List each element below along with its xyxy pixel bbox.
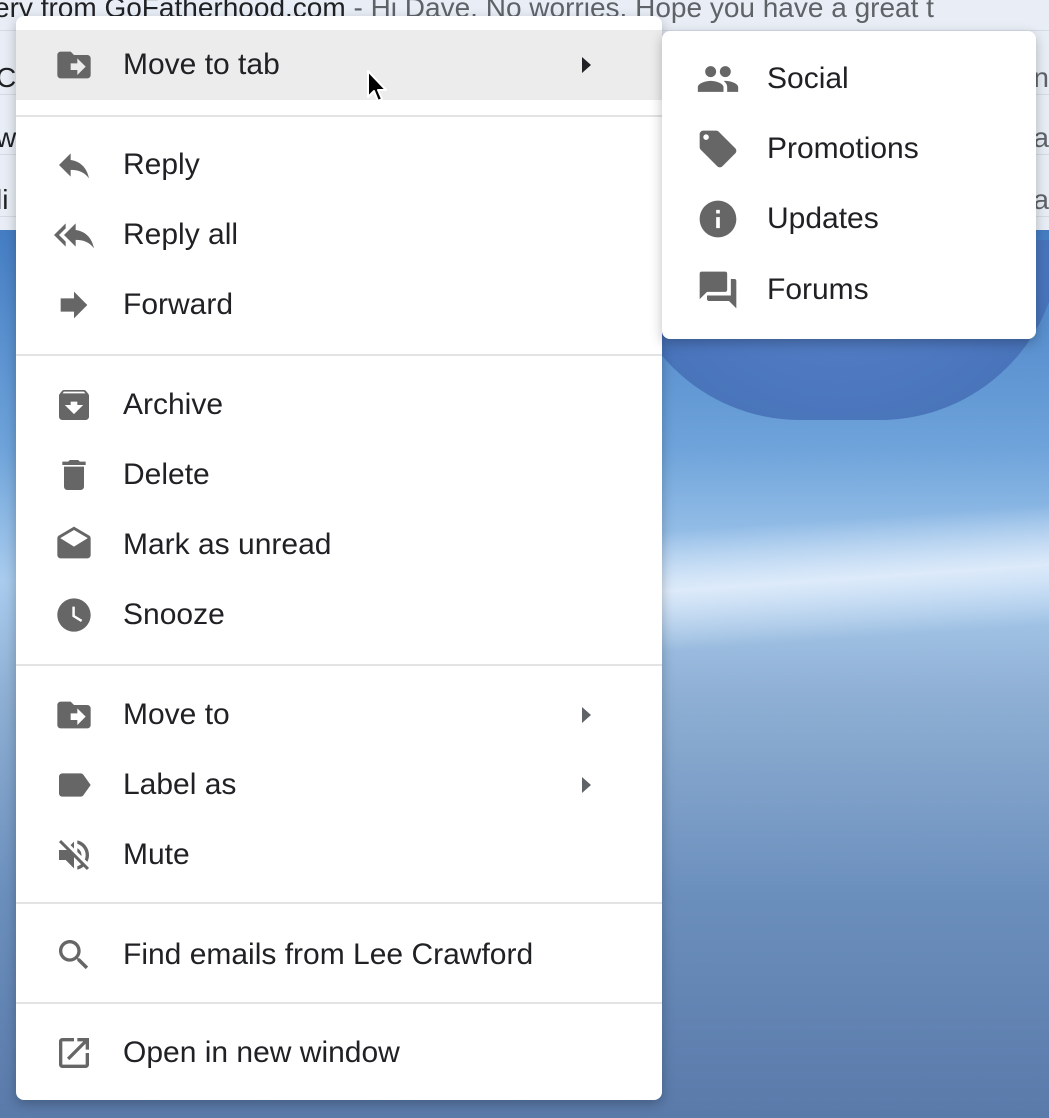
chevron-right-icon <box>582 57 591 73</box>
menu-item-forward[interactable]: Forward <box>16 270 662 340</box>
menu-item-label: Move to tab <box>123 48 280 81</box>
move-to-icon <box>54 695 94 735</box>
menu-item-label: Label as <box>123 768 237 801</box>
label-icon <box>54 765 94 805</box>
menu-item-move-to-tab[interactable]: Move to tab <box>16 30 662 100</box>
menu-item-snooze[interactable]: Snooze <box>16 580 662 650</box>
menu-item-reply-all[interactable]: Reply all <box>16 200 662 270</box>
menu-divider <box>16 354 662 356</box>
menu-item-label-as[interactable]: Label as <box>16 750 662 820</box>
reply-all-icon <box>54 215 94 255</box>
mouse-cursor-icon <box>367 70 387 102</box>
menu-item-label: Find emails from Lee Crawford <box>123 938 534 971</box>
email-sender: w <box>0 122 16 154</box>
menu-item-label: Snooze <box>123 598 225 631</box>
menu-item-mark-unread[interactable]: Mark as unread <box>16 510 662 580</box>
email-sender: li <box>0 184 9 215</box>
menu-item-label: Reply <box>123 148 200 181</box>
submenu-item-forums[interactable]: Forums <box>662 255 1036 325</box>
menu-item-archive[interactable]: Archive <box>16 370 662 440</box>
mark-unread-icon <box>54 525 94 565</box>
submenu-item-label: Promotions <box>767 132 919 165</box>
clock-icon <box>54 595 94 635</box>
menu-item-label: Mark as unread <box>123 528 332 561</box>
menu-item-label: Forward <box>123 288 234 321</box>
submenu-item-promotions[interactable]: Promotions <box>662 114 1036 184</box>
menu-item-move-to[interactable]: Move to <box>16 680 662 750</box>
menu-divider <box>16 115 662 117</box>
people-icon <box>696 57 740 101</box>
wallpaper-haze <box>596 504 1049 656</box>
menu-item-label: Mute <box>123 838 190 871</box>
mute-icon <box>54 835 94 875</box>
menu-item-label: Reply all <box>123 218 239 251</box>
menu-item-reply[interactable]: Reply <box>16 130 662 200</box>
submenu-item-social[interactable]: Social <box>662 44 1036 114</box>
move-to-icon <box>54 45 94 85</box>
menu-item-delete[interactable]: Delete <box>16 440 662 510</box>
chevron-right-icon <box>582 777 591 793</box>
menu-item-label: Open in new window <box>123 1036 400 1069</box>
menu-divider <box>16 664 662 666</box>
reply-icon <box>54 145 94 185</box>
email-sender: C <box>0 62 16 94</box>
submenu-item-label: Forums <box>767 273 869 306</box>
menu-item-label: Move to <box>123 698 230 731</box>
forum-icon <box>696 268 740 312</box>
menu-item-find-emails[interactable]: Find emails from Lee Crawford <box>16 920 662 990</box>
open-in-new-icon <box>54 1033 94 1073</box>
menu-item-label: Delete <box>123 458 210 491</box>
forward-icon <box>54 285 94 325</box>
menu-divider <box>16 902 662 904</box>
archive-icon <box>54 385 94 425</box>
context-menu: Move to tab Reply Reply all Forward Arch… <box>16 16 662 1100</box>
move-to-tab-submenu: Social Promotions Updates Forums <box>662 31 1036 339</box>
submenu-item-label: Social <box>767 62 849 95</box>
submenu-item-updates[interactable]: Updates <box>662 184 1036 254</box>
menu-item-open-new-window[interactable]: Open in new window <box>16 1018 662 1088</box>
submenu-item-label: Updates <box>767 202 879 235</box>
menu-item-label: Archive <box>123 388 224 421</box>
menu-item-mute[interactable]: Mute <box>16 820 662 890</box>
menu-divider <box>16 1002 662 1004</box>
info-icon <box>696 197 740 241</box>
trash-icon <box>54 455 94 495</box>
chevron-right-icon <box>582 707 591 723</box>
search-icon <box>54 935 94 975</box>
tag-icon <box>696 127 740 171</box>
